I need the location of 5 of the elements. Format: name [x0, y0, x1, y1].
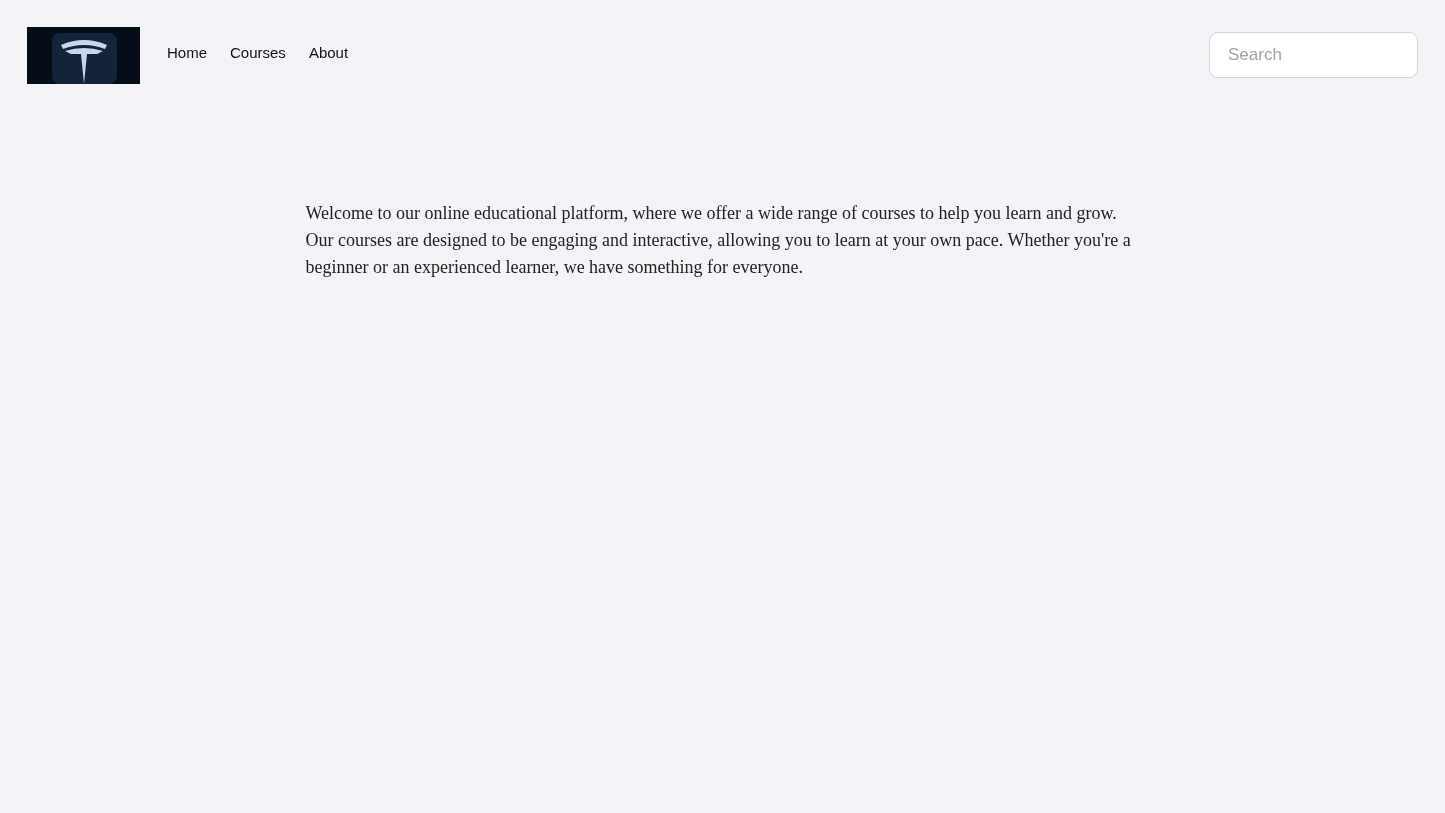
intro-paragraph: Welcome to our online educational platform, where we offer a wide range of courses to help you learn and grow. Our courses are designed to be engaging and interactive, allowing you to learn at your own pace. Whether you're a beginner or an experienced learner, we have something for everyone.	[305, 202, 1132, 279]
nav-link[interactable]: About	[308, 44, 349, 62]
nav-link[interactable]: Home	[167, 44, 207, 62]
search-field[interactable]: Search	[1209, 32, 1418, 78]
nav-link[interactable]: Courses	[230, 44, 286, 62]
